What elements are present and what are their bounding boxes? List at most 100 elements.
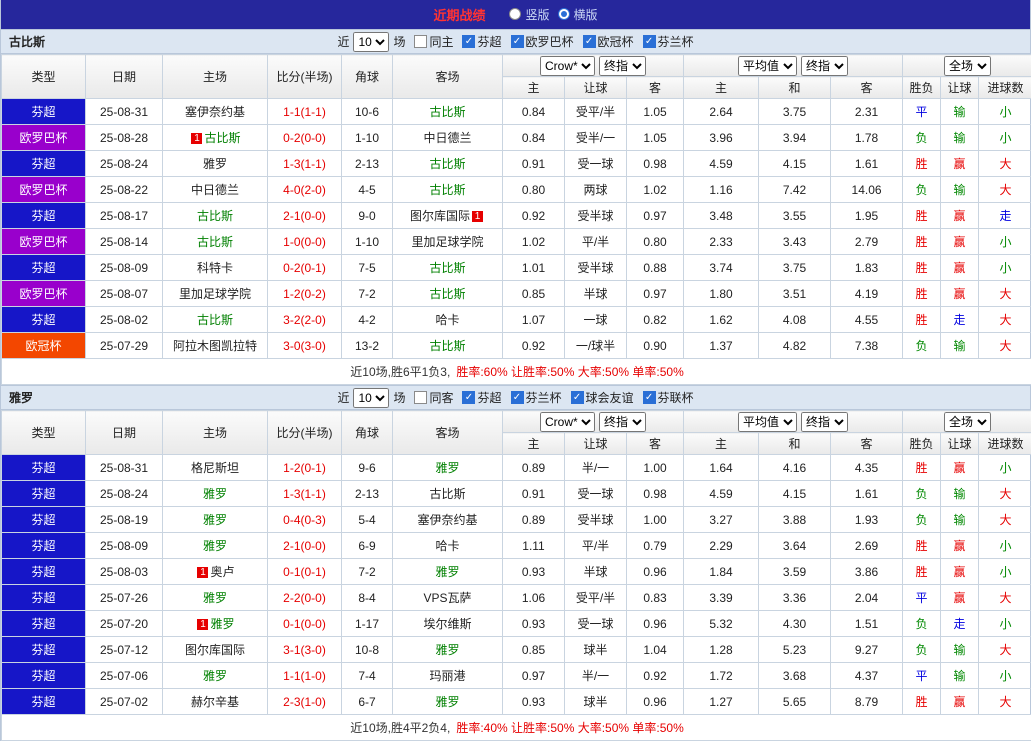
same-venue-label[interactable]: 同主 (429, 33, 453, 50)
average-odds: 3.96 (684, 125, 759, 151)
league-checkbox-label[interactable]: 芬兰杯 (526, 389, 562, 406)
away-team: 古比斯 (393, 481, 503, 507)
corner-score: 6-9 (342, 533, 393, 559)
match-row: 欧罗巴杯25-08-07里加足球学院1-2(0-2)7-2古比斯0.85半球0.… (2, 281, 1031, 307)
layout-radio-vertical[interactable]: 竖版 (509, 6, 549, 23)
home-team: 古比斯 (163, 307, 268, 333)
league-checkbox[interactable]: ✓ (643, 391, 656, 404)
average-odds: 1.93 (831, 507, 903, 533)
league-badge: 芬超 (2, 663, 86, 689)
score: 1-1(1-0) (268, 663, 342, 689)
league-checkbox[interactable]: ✓ (511, 35, 524, 48)
average-odds-time-select[interactable]: 终指 (801, 56, 848, 76)
same-venue-checkbox[interactable] (414, 35, 427, 48)
corner-score: 7-2 (342, 559, 393, 585)
league-badge: 芬超 (2, 481, 86, 507)
league-checkbox-label[interactable]: 欧罗巴杯 (526, 33, 574, 50)
match-row: 芬超25-08-031奥卢0-1(0-1)7-2雅罗0.93半球0.961.84… (2, 559, 1031, 585)
away-team: 哈卡 (393, 307, 503, 333)
summary-rates: 胜率:60% 让胜率:50% 大率:50% 单率:50% (456, 365, 683, 379)
home-team: 图尔库国际 (163, 637, 268, 663)
sub-column-header: 客 (627, 433, 684, 455)
recent-count-select[interactable]: 10 (353, 388, 389, 408)
average-odds: 1.16 (684, 177, 759, 203)
team-label: 里加足球学院 (411, 235, 483, 249)
away-team: 图尔库国际1 (393, 203, 503, 229)
home-team: 1古比斯 (163, 125, 268, 151)
home-team: 阿拉木图凯拉特 (163, 333, 268, 359)
away-team: VPS瓦萨 (393, 585, 503, 611)
results-table: 类型日期主场比分(半场)角球客场Crow*终指平均值终指全场主让球客主和客胜负让… (1, 54, 1031, 385)
league-badge: 芬超 (2, 151, 86, 177)
result-handicap: 赢 (941, 585, 979, 611)
average-odds: 1.37 (684, 333, 759, 359)
league-badge: 芬超 (2, 307, 86, 333)
crown-odds: 0.97 (627, 281, 684, 307)
bookmaker-select[interactable]: Crow* (540, 412, 595, 432)
average-select[interactable]: 平均值 (738, 412, 797, 432)
odds-time-select[interactable]: 终指 (599, 56, 646, 76)
score: 3-1(3-0) (268, 637, 342, 663)
league-checkbox-label[interactable]: 芬超 (477, 33, 501, 50)
result-outcome: 平 (903, 99, 941, 125)
average-select[interactable]: 平均值 (738, 56, 797, 76)
corner-score: 13-2 (342, 333, 393, 359)
league-checkbox-label[interactable]: 芬联杯 (658, 389, 694, 406)
average-odds-header: 平均值终指 (684, 411, 903, 433)
average-odds: 4.82 (759, 333, 831, 359)
team-label: 雅罗 (210, 617, 234, 631)
league-checkbox-label[interactable]: 芬超 (477, 389, 501, 406)
away-team: 玛丽港 (393, 663, 503, 689)
corner-score: 5-4 (342, 507, 393, 533)
crown-odds: 1.01 (503, 255, 565, 281)
match-date: 25-07-12 (86, 637, 163, 663)
layout-radio-horizontal[interactable]: 横版 (558, 6, 598, 23)
odds-time-select[interactable]: 终指 (599, 412, 646, 432)
match-row: 芬超25-08-24雅罗1-3(1-1)2-13古比斯0.91受一球0.984.… (2, 481, 1031, 507)
scope-select[interactable]: 全场 (944, 56, 991, 76)
home-team: 赫尔辛基 (163, 689, 268, 715)
team-label: VPS瓦萨 (423, 591, 471, 605)
league-checkbox[interactable]: ✓ (643, 35, 656, 48)
result-handicap: 输 (941, 125, 979, 151)
crown-odds: 0.98 (627, 151, 684, 177)
recent-count-select[interactable]: 10 (353, 32, 389, 52)
result-goals: 小 (979, 559, 1031, 585)
league-checkbox-label[interactable]: 欧冠杯 (598, 33, 634, 50)
result-outcome: 负 (903, 481, 941, 507)
crown-odds: 0.89 (503, 455, 565, 481)
team-label: 古比斯 (429, 157, 465, 171)
same-venue-checkbox[interactable] (414, 391, 427, 404)
bookmaker-select[interactable]: Crow* (540, 56, 595, 76)
result-goals: 大 (979, 689, 1031, 715)
league-badge: 芬超 (2, 637, 86, 663)
average-odds-time-select[interactable]: 终指 (801, 412, 848, 432)
same-venue-label[interactable]: 同客 (429, 389, 453, 406)
results-table: 类型日期主场比分(半场)角球客场Crow*终指平均值终指全场主让球客主和客胜负让… (1, 410, 1031, 741)
league-checkbox-label[interactable]: 芬兰杯 (658, 33, 694, 50)
score: 1-0(0-0) (268, 229, 342, 255)
score: 0-1(0-1) (268, 559, 342, 585)
sub-column-header: 主 (684, 433, 759, 455)
team-label: 古比斯 (197, 235, 233, 249)
team-label: 中日德兰 (191, 183, 239, 197)
average-odds: 1.84 (684, 559, 759, 585)
scope-select[interactable]: 全场 (944, 412, 991, 432)
result-handicap: 输 (941, 99, 979, 125)
crown-odds: 0.79 (627, 533, 684, 559)
league-badge: 芬超 (2, 585, 86, 611)
league-checkbox-label[interactable]: 球会友谊 (586, 389, 634, 406)
league-checkbox[interactable]: ✓ (571, 391, 584, 404)
league-checkbox[interactable]: ✓ (583, 35, 596, 48)
match-row: 欧罗巴杯25-08-22中日德兰4-0(2-0)4-5古比斯0.80两球1.02… (2, 177, 1031, 203)
result-handicap: 赢 (941, 229, 979, 255)
league-checkbox[interactable]: ✓ (462, 35, 475, 48)
average-odds: 3.64 (759, 533, 831, 559)
average-odds: 5.23 (759, 637, 831, 663)
league-checkbox[interactable]: ✓ (462, 391, 475, 404)
sub-column-header: 客 (831, 433, 903, 455)
result-handicap: 输 (941, 481, 979, 507)
corner-score: 8-4 (342, 585, 393, 611)
handicap-line: 半/一 (565, 663, 627, 689)
league-checkbox[interactable]: ✓ (511, 391, 524, 404)
